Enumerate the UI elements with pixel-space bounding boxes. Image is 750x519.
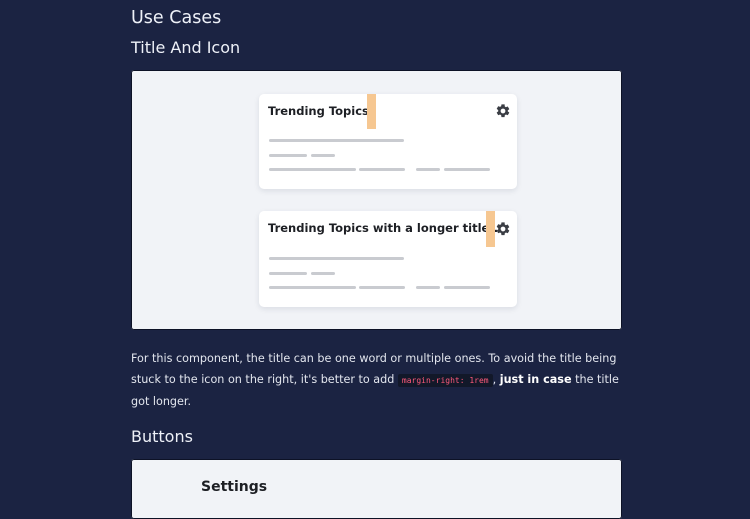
placeholder-line: [416, 168, 440, 171]
description-paragraph: For this component, the title can be one…: [131, 348, 623, 412]
placeholder-line: [359, 286, 405, 289]
placeholder-line: [311, 272, 335, 275]
placeholder-line: [269, 272, 307, 275]
placeholder-line: [269, 168, 356, 171]
placeholder-line: [444, 286, 490, 289]
card-title: Trending Topics: [268, 104, 369, 118]
inline-code: margin-right: 1rem: [397, 374, 493, 387]
section-heading-buttons: Buttons: [131, 427, 193, 446]
margin-highlight: [367, 94, 376, 129]
section-heading-title-and-icon: Title And Icon: [131, 38, 241, 57]
placeholder-line: [311, 154, 335, 157]
gear-icon[interactable]: [495, 103, 511, 119]
margin-highlight: [486, 211, 495, 247]
placeholder-line: [269, 257, 404, 260]
placeholder-line: [269, 286, 356, 289]
placeholder-line: [359, 168, 405, 171]
placeholder-line: [444, 168, 490, 171]
emphasis-text: just in case: [499, 373, 572, 386]
section-heading-use-cases: Use Cases: [131, 8, 222, 28]
card-title: Trending Topics with a longer title...: [268, 221, 503, 235]
placeholder-line: [269, 139, 404, 142]
placeholder-line: [269, 154, 307, 157]
placeholder-line: [416, 286, 440, 289]
gear-icon[interactable]: [495, 221, 511, 237]
settings-title: Settings: [201, 479, 268, 495]
card-long-title: Trending Topics with a longer title...: [259, 211, 517, 307]
demo-panel-buttons: Settings: [131, 459, 622, 519]
demo-panel-title-and-icon: Trending Topics Trending Topics with a l…: [131, 70, 622, 330]
card-short-title: Trending Topics: [259, 94, 517, 189]
description-text: ,: [492, 373, 500, 386]
